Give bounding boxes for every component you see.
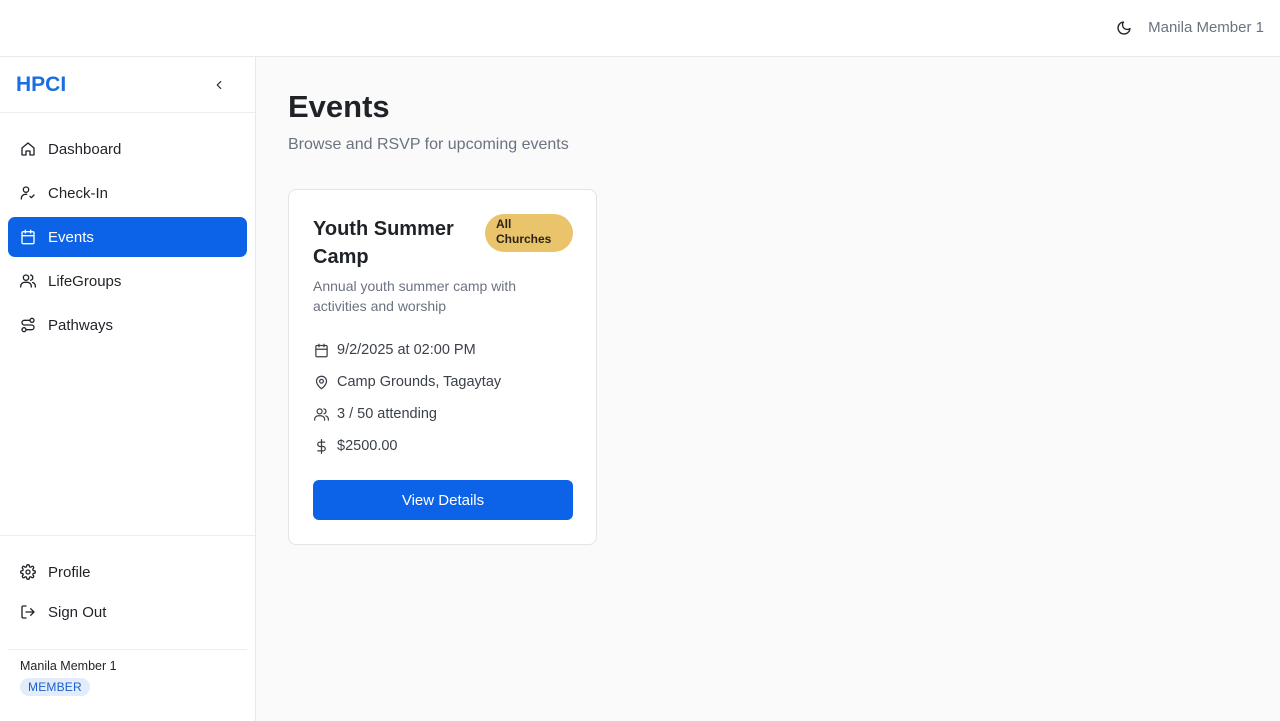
calendar-icon (313, 342, 329, 358)
map-pin-icon (313, 374, 329, 390)
sidebar-item-label: Check-In (48, 184, 109, 202)
event-datetime-row: 9/2/2025 at 02:00 PM (313, 340, 573, 360)
gear-icon (20, 564, 36, 580)
sidebar-user-name: Manila Member 1 (20, 659, 117, 673)
event-price-row: $2500.00 (313, 436, 573, 456)
dollar-icon (313, 438, 329, 454)
event-price: $2500.00 (337, 438, 398, 454)
event-description: Annual youth summer camp with activities… (313, 278, 517, 314)
event-datetime: 9/2/2025 at 02:00 PM (337, 342, 476, 358)
sidebar-user-block: Manila Member 1 MEMBER (8, 649, 247, 696)
topbar-user-name[interactable]: Manila Member 1 (1148, 19, 1264, 36)
sidebar-item-profile[interactable]: Profile (8, 554, 247, 590)
sidebar-item-pathways[interactable]: Pathways (8, 305, 247, 345)
brand-row: HPCI (0, 57, 255, 113)
sign-out-icon (20, 604, 36, 620)
scope-badge: All Churches (485, 214, 573, 252)
sidebar-item-label: Events (48, 228, 94, 246)
users-icon (313, 406, 329, 422)
sidebar-item-label: LifeGroups (48, 272, 122, 290)
sidebar-item-label: Pathways (48, 316, 114, 334)
event-location: Camp Grounds, Tagaytay (337, 374, 502, 390)
sidebar-item-lifegroups[interactable]: LifeGroups (8, 261, 247, 301)
event-title: Youth Summer Camp (313, 218, 454, 268)
calendar-icon (20, 229, 36, 245)
page-subtitle: Browse and RSVP for upcoming events (288, 136, 569, 153)
sidebar: HPCI Dashboard Check-In Events LifeGroup… (0, 57, 256, 721)
sign-out-button[interactable]: Sign Out (8, 594, 247, 630)
sidebar-item-label: Dashboard (48, 140, 122, 158)
page-title: Events (288, 89, 390, 124)
view-details-button[interactable]: View Details (313, 480, 573, 520)
chevron-left-icon[interactable] (210, 76, 228, 94)
sidebar-item-label: Profile (48, 563, 91, 581)
home-icon (20, 141, 36, 157)
event-card[interactable]: Youth Summer Camp All Churches Annual yo… (288, 189, 597, 545)
brand-logo[interactable]: HPCI (16, 73, 66, 97)
sidebar-item-check-in[interactable]: Check-In (8, 173, 247, 213)
role-badge: MEMBER (20, 678, 90, 696)
event-attendance: 3 / 50 attending (337, 406, 437, 422)
moon-icon[interactable] (1112, 16, 1136, 40)
top-bar: Manila Member 1 (0, 0, 1280, 57)
sidebar-item-label: Sign Out (48, 603, 107, 621)
user-check-icon (20, 185, 36, 201)
sidebar-item-dashboard[interactable]: Dashboard (8, 129, 247, 169)
sidebar-footer: Profile Sign Out Manila Member 1 MEMBER (0, 535, 255, 696)
event-attendance-row: 3 / 50 attending (313, 404, 573, 424)
route-icon (20, 317, 36, 333)
sidebar-item-events[interactable]: Events (8, 217, 247, 257)
sidebar-nav: Dashboard Check-In Events LifeGroups Pat… (8, 129, 247, 349)
users-icon (20, 273, 36, 289)
event-location-row: Camp Grounds, Tagaytay (313, 372, 573, 392)
